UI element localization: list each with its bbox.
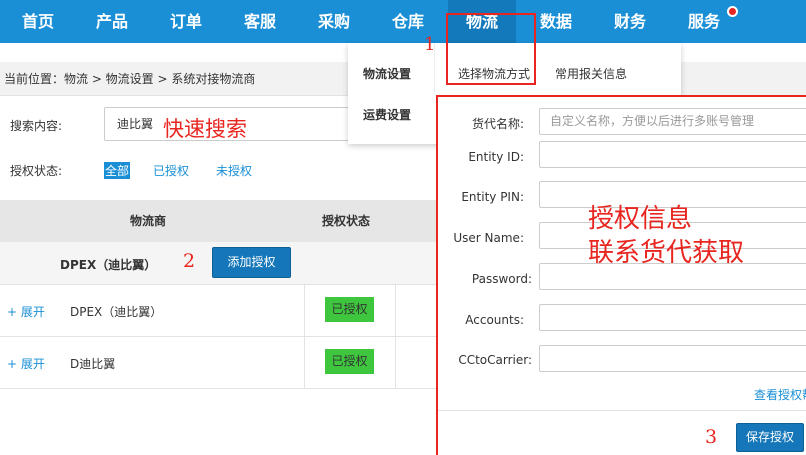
column-divider xyxy=(304,285,305,337)
filter-unauthorized[interactable]: 未授权 xyxy=(216,162,252,179)
filter-all[interactable]: 全部 xyxy=(104,162,131,179)
field-label-accounts: Accounts: xyxy=(465,313,524,327)
field-label-entity-id: Entity ID: xyxy=(468,150,524,164)
filter-authorized[interactable]: 已授权 xyxy=(153,162,189,179)
column-header-status: 授权状态 xyxy=(322,214,371,228)
field-label-entity-pin: Entity PIN: xyxy=(461,190,524,204)
step-1-annotation: 1 xyxy=(424,34,436,55)
column-header-carrier: 物流商 xyxy=(130,214,167,228)
step-2-annotation: 2 xyxy=(183,250,196,272)
cc-to-carrier-input[interactable] xyxy=(539,345,806,372)
field-label-password: Password: xyxy=(471,272,532,286)
column-divider xyxy=(304,337,305,389)
menu-logistics-settings[interactable]: 物流设置 xyxy=(363,65,411,82)
expand-link[interactable]: + 展开 xyxy=(7,355,45,372)
auth-info-annotation: 授权信息 xyxy=(588,204,693,234)
field-label-user-name: User Name: xyxy=(453,231,524,245)
view-auth-help-link[interactable]: 查看授权帮 xyxy=(754,386,806,403)
accounts-input[interactable] xyxy=(539,304,806,331)
field-label-cc-to-carrier: CCtoCarrier: xyxy=(458,353,532,367)
add-authorization-button[interactable]: 添加授权 xyxy=(212,247,291,278)
entity-id-input[interactable] xyxy=(539,141,806,168)
table-row: + 展开 D迪比翼 已授权 xyxy=(0,337,440,389)
nav-orders[interactable]: 订单 xyxy=(152,0,220,43)
step-1-highlight-box xyxy=(446,13,536,85)
menu-customs-info[interactable]: 常用报关信息 xyxy=(555,65,627,82)
nav-customer-service[interactable]: 客服 xyxy=(226,0,294,43)
search-annotation: 快速搜索 xyxy=(163,117,247,141)
expand-link[interactable]: + 展开 xyxy=(7,303,45,320)
nav-products[interactable]: 产品 xyxy=(78,0,146,43)
search-label: 搜索内容: xyxy=(10,119,63,133)
carrier-name: DPEX（迪比翼） xyxy=(70,305,163,319)
contact-forwarder-annotation: 联系货代获取 xyxy=(588,238,745,268)
status-badge: 已授权 xyxy=(325,349,374,374)
menu-shipping-fee-settings[interactable]: 运费设置 xyxy=(363,106,411,123)
notification-dot-icon xyxy=(727,6,738,17)
field-label-forwarder-name: 货代名称: xyxy=(471,117,524,131)
table-header: 物流商 授权状态 xyxy=(0,200,440,242)
form-divider xyxy=(438,410,806,411)
auth-status-label: 授权状态: xyxy=(10,164,63,178)
status-badge: 已授权 xyxy=(325,297,374,322)
nav-home[interactable]: 首页 xyxy=(4,0,72,43)
column-divider xyxy=(395,337,396,389)
nav-purchasing[interactable]: 采购 xyxy=(300,0,368,43)
carrier-name: D迪比翼 xyxy=(70,357,116,371)
save-authorization-button[interactable]: 保存授权 xyxy=(736,423,804,452)
top-navigation: 首页 产品 订单 客服 采购 仓库 物流 数据 财务 服务 xyxy=(0,0,806,43)
column-divider xyxy=(395,285,396,337)
nav-finance[interactable]: 财务 xyxy=(596,0,664,43)
step-3-annotation: 3 xyxy=(705,426,718,448)
page: 首页 产品 订单 客服 采购 仓库 物流 数据 财务 服务 当前位置：物流 > … xyxy=(0,0,806,455)
carrier-group-name: DPEX（迪比翼） xyxy=(60,258,157,272)
forwarder-name-input[interactable]: 自定义名称，方便以后进行多账号管理 xyxy=(539,108,806,135)
table-row: + 展开 DPEX（迪比翼） 已授权 xyxy=(0,285,440,337)
